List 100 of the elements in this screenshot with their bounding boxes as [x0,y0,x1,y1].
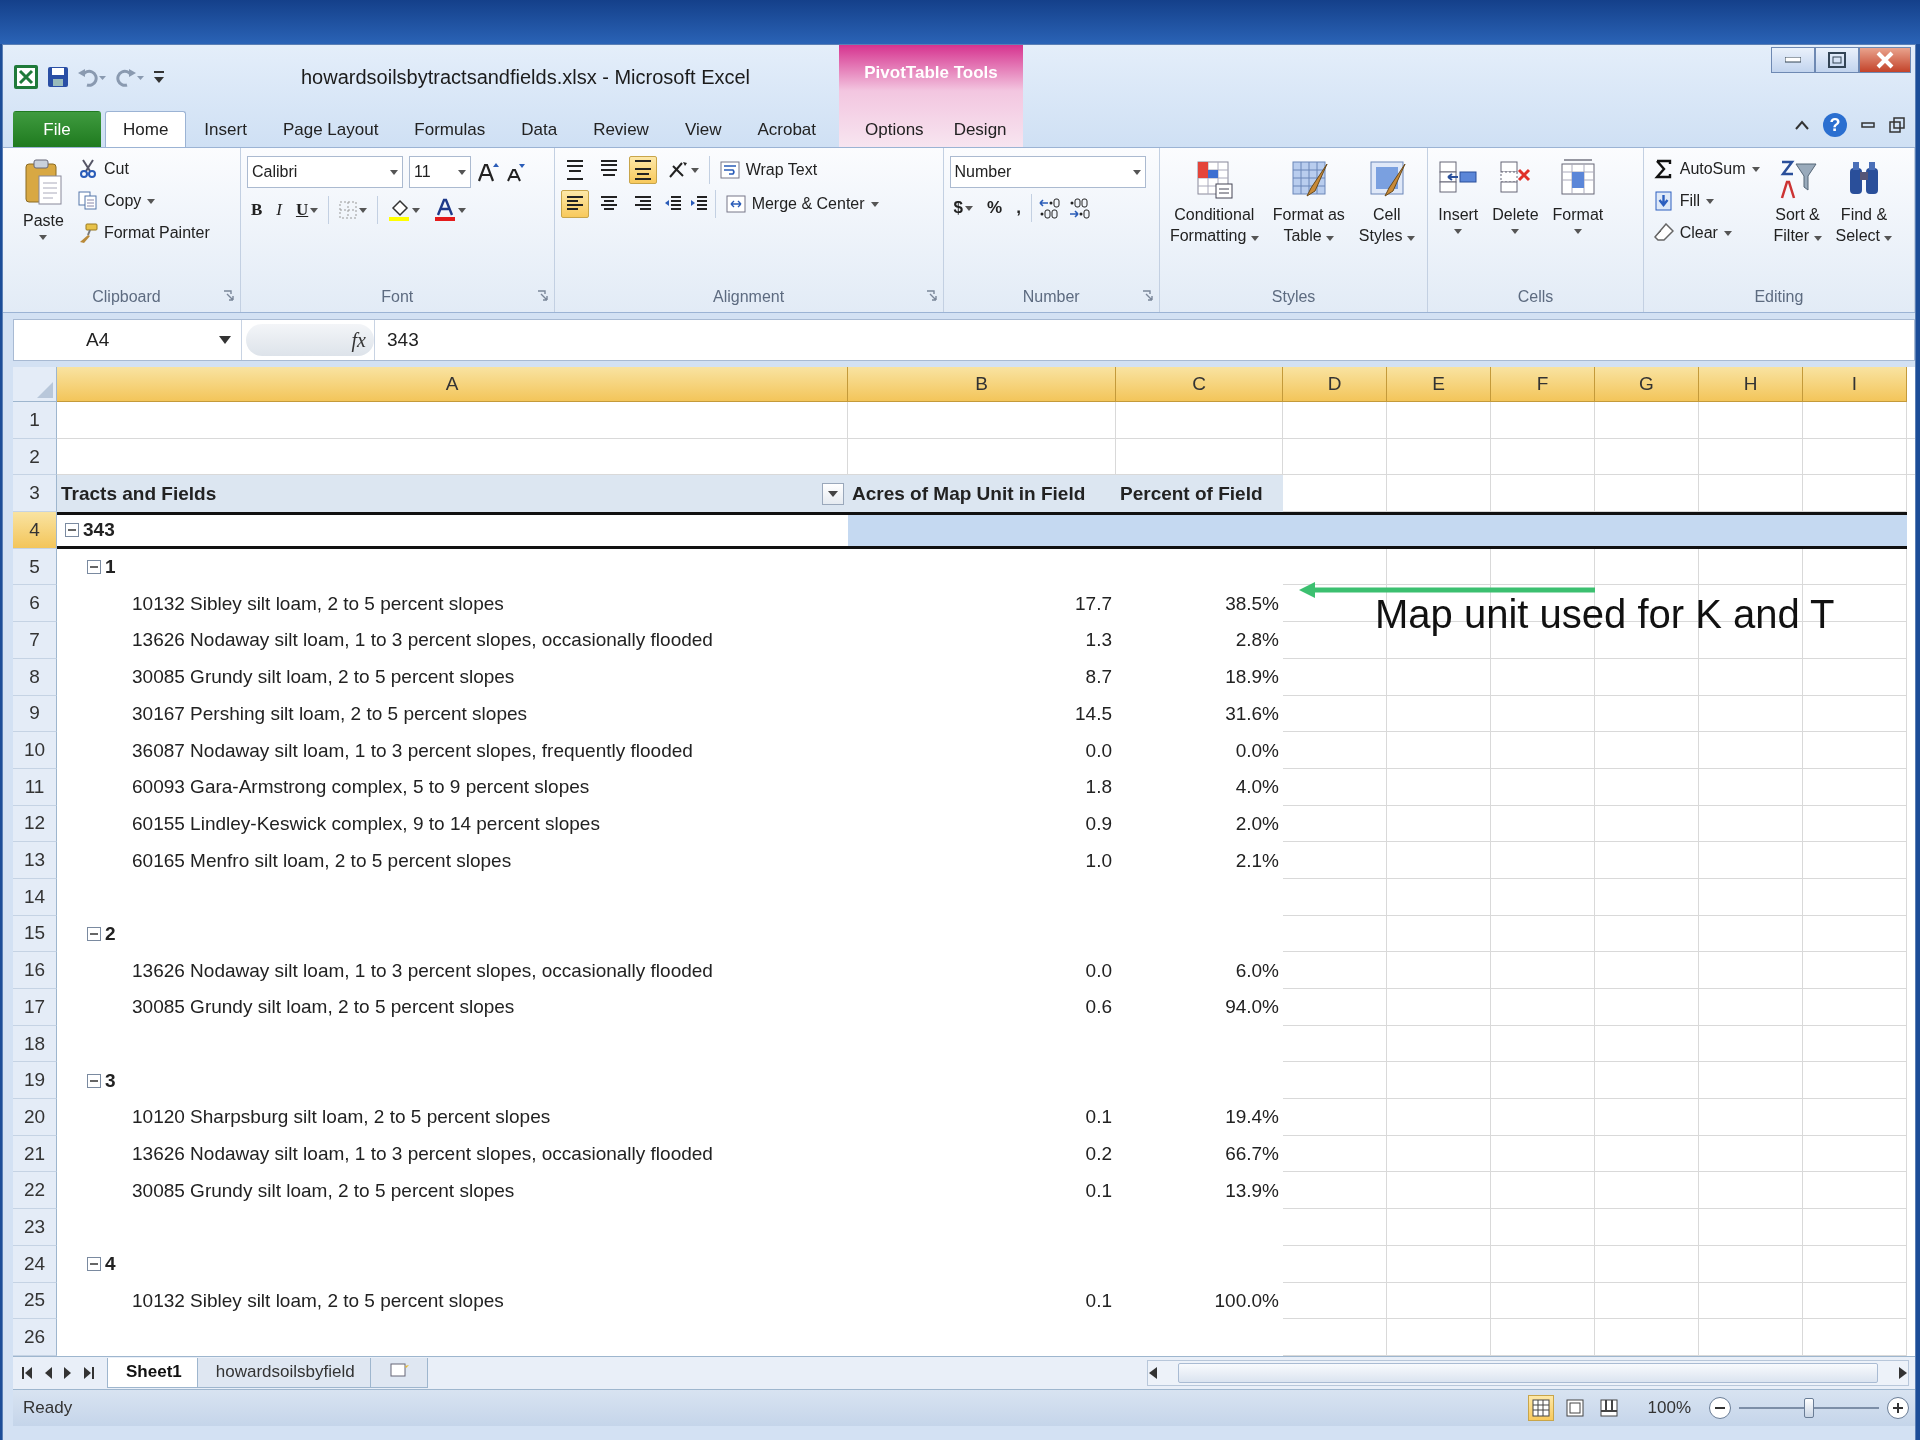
help-button[interactable]: ? [1823,113,1847,137]
ribbon-tab[interactable]: Data [503,111,576,147]
active-cell[interactable]: 343 [57,512,848,549]
insert-cells-button[interactable]: Insert [1434,154,1483,282]
fill-button[interactable]: Fill [1649,188,1764,214]
row-header[interactable]: 25 [13,1282,57,1320]
find-select-button[interactable]: Find & Select [1831,154,1897,282]
row-header[interactable]: 2 [13,438,57,476]
comma-button[interactable]: , [1012,194,1025,222]
normal-view-button[interactable] [1527,1394,1554,1421]
font-size-field[interactable]: 11 [408,156,471,188]
row-header[interactable]: 12 [13,805,57,843]
zoom-in-button[interactable] [1887,1396,1909,1419]
dialog-launcher-icon[interactable] [1141,290,1153,301]
ribbon-tab[interactable]: Design [938,111,1022,147]
row-header[interactable]: 17 [13,989,57,1026]
paste-button[interactable]: Paste [19,154,68,282]
row-header[interactable]: 15 [13,915,57,953]
currency-button[interactable]: $ [949,194,977,222]
customize-toolbar-icon[interactable] [153,69,165,85]
row-header[interactable]: 4 [13,512,57,549]
collapse-toggle[interactable] [87,1073,101,1088]
minimize-button[interactable] [1771,47,1815,73]
row-header[interactable]: 9 [13,695,57,733]
formula-field[interactable]: 343 [374,320,1914,360]
row-header[interactable]: 3 [13,475,57,513]
column-header[interactable]: D [1283,367,1387,402]
row-header[interactable]: 13 [13,842,57,879]
ribbon-tab[interactable]: Home [105,111,187,147]
dialog-launcher-icon[interactable] [222,290,234,301]
ribbon-tab[interactable]: View [666,111,740,147]
column-header[interactable]: E [1387,367,1491,402]
row-header[interactable]: 1 [13,402,57,439]
ribbon-tab[interactable]: Options [850,111,939,147]
column-header[interactable]: I [1803,367,1907,402]
copy-button[interactable]: Copy [73,188,214,214]
number-format-field[interactable]: Number [949,156,1146,188]
merge-center-button[interactable]: Merge & Center [721,192,883,216]
format-as-table-button[interactable]: Format as Table [1268,154,1349,282]
shrink-font-icon[interactable] [504,161,525,183]
row-header[interactable]: 10 [13,732,57,769]
align-left-button[interactable] [560,190,589,218]
row-header[interactable]: 21 [13,1135,57,1173]
format-cells-button[interactable]: Format [1548,154,1608,282]
column-header[interactable]: A [57,367,848,402]
font-name-field[interactable]: Calibri [246,156,403,188]
row-header[interactable]: 20 [13,1099,57,1136]
ribbon-tab[interactable]: Formulas [396,111,504,147]
dialog-launcher-icon[interactable] [925,290,937,301]
previous-sheet-icon[interactable] [43,1365,53,1380]
align-bottom-button[interactable] [628,156,657,184]
name-box[interactable]: A4 [14,320,242,360]
column-header[interactable]: G [1595,367,1699,402]
column-header[interactable]: C [1116,367,1283,402]
autosum-button[interactable]: AutoSum [1649,156,1764,182]
underline-button[interactable]: U [291,196,323,224]
cell-styles-button[interactable]: Cell Styles [1354,154,1419,282]
row-header[interactable]: 23 [13,1209,57,1246]
conditional-formatting-button[interactable]: Conditional Formatting [1165,154,1263,282]
collapse-toggle[interactable] [87,1257,101,1272]
save-icon[interactable] [47,66,69,88]
grow-font-icon[interactable] [476,161,499,183]
sort-filter-button[interactable]: Sort & Filter [1769,154,1826,282]
column-header[interactable]: F [1491,367,1595,402]
row-header[interactable]: 5 [13,548,57,586]
collapse-toggle[interactable] [87,560,101,575]
row-header[interactable]: 6 [13,585,57,623]
zoom-level[interactable]: 100% [1641,1396,1697,1419]
horizontal-scrollbar[interactable] [1147,1359,1909,1386]
painter-button[interactable]: Format Painter [73,220,214,246]
wrap-text-button[interactable]: Wrap Text [715,158,822,182]
italic-button[interactable]: I [272,196,286,224]
collapse-toggle[interactable] [87,926,101,941]
slider-thumb[interactable] [1804,1397,1814,1418]
row-header[interactable]: 18 [13,1025,57,1063]
ribbon-tab[interactable]: Page Layout [264,111,397,147]
row-header[interactable]: 19 [13,1062,57,1100]
row-header[interactable]: 7 [13,622,57,659]
delete-cells-button[interactable]: Delete [1488,154,1543,282]
column-header[interactable]: B [848,367,1116,402]
clear-button[interactable]: Clear [1649,220,1764,246]
column-header[interactable]: H [1699,367,1803,402]
row-header[interactable]: 24 [13,1245,57,1283]
row-header[interactable]: 14 [13,878,57,916]
ribbon-tab[interactable]: Review [575,111,667,147]
maximize-button[interactable] [1815,47,1859,73]
excel-logo-icon[interactable] [13,64,39,90]
collapse-toggle[interactable] [65,523,79,538]
last-sheet-icon[interactable] [83,1365,95,1380]
increase-decimal-icon[interactable] [1037,197,1062,219]
first-sheet-icon[interactable] [21,1365,33,1380]
next-sheet-icon[interactable] [63,1365,73,1380]
ribbon-tab[interactable]: Insert [186,111,265,147]
percent-button[interactable]: % [983,194,1007,222]
row-header[interactable]: 16 [13,952,57,989]
decrease-decimal-icon[interactable] [1067,197,1092,219]
row-header[interactable]: 26 [13,1319,57,1356]
dialog-launcher-icon[interactable] [536,290,548,301]
close-button[interactable] [1859,47,1911,73]
insert-function-button[interactable]: fx [351,328,366,352]
